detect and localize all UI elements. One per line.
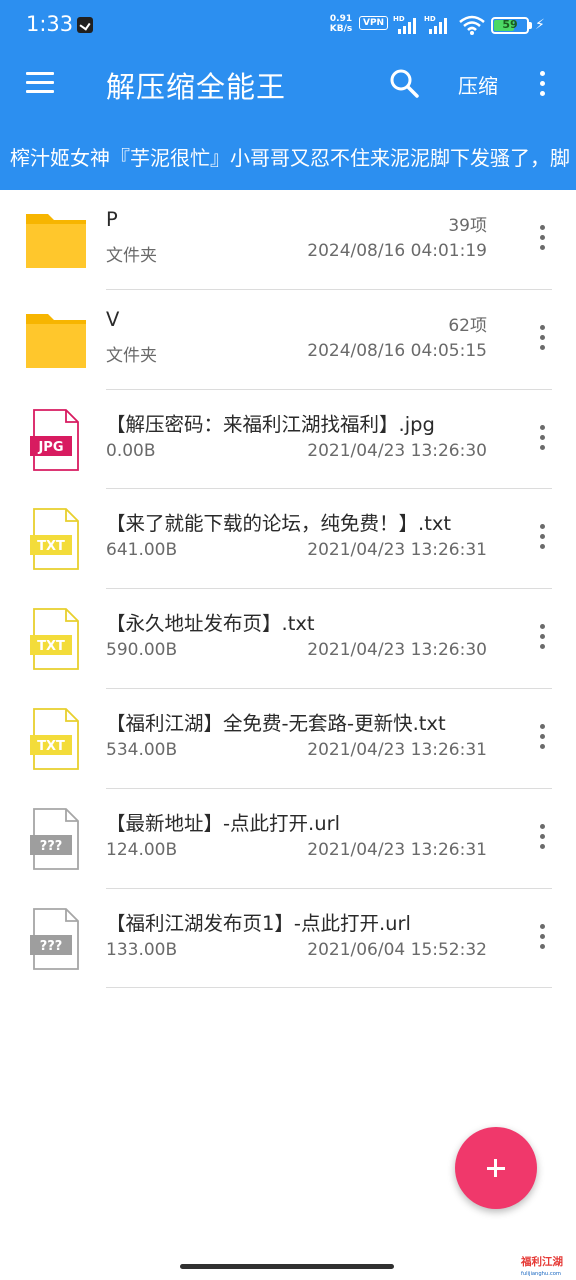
unknown-file-icon: ??? <box>24 907 88 971</box>
file-meta: 0.00B <box>106 440 156 461</box>
txt-file-icon: TXT <box>24 707 88 771</box>
status-time: 1:33 <box>26 12 74 36</box>
add-button[interactable] <box>455 1127 537 1209</box>
battery-percent: 59 <box>502 18 518 31</box>
network-speed-value: 0.91 <box>329 14 353 24</box>
file-meta: 124.00B <box>106 839 178 860</box>
battery-tip <box>529 22 532 29</box>
svg-text:HD: HD <box>393 15 405 23</box>
file-name: V <box>106 307 120 331</box>
file-row[interactable]: TXT 【来了就能下载的论坛，纯免费！】.txt 641.00B 2021/04/23… <box>0 489 576 590</box>
folder-icon <box>24 308 88 372</box>
svg-text:TXT: TXT <box>37 739 65 754</box>
file-name: P <box>106 208 118 231</box>
row-more-icon[interactable] <box>530 320 556 356</box>
top-bar: 1:33 0.91 KB/s VPN HD HD 59 ⚡ 解压缩全能王 压缩 … <box>0 0 576 190</box>
vpn-icon: VPN <box>359 16 389 30</box>
txt-file-icon: TXT <box>24 507 88 571</box>
home-indicator[interactable] <box>180 1264 394 1269</box>
app-title: 解压缩全能王 <box>106 70 287 104</box>
charging-icon: ⚡ <box>535 17 545 33</box>
file-date: 2021/04/23 13:26:31 <box>307 540 487 561</box>
file-row[interactable]: ??? 【最新地址】-点此打开.url 124.00B 2021/04/23 13:2… <box>0 789 576 889</box>
file-name: 【福利江湖】全免费-无套路-更新快.txt <box>106 711 446 735</box>
file-meta: 文件夹 <box>106 345 157 366</box>
unknown-file-icon: ??? <box>24 807 88 871</box>
row-divider <box>106 987 552 989</box>
network-speed: 0.91 KB/s <box>327 14 355 34</box>
svg-text:JPG: JPG <box>37 440 63 455</box>
overflow-menu-icon[interactable] <box>530 66 556 100</box>
file-row[interactable]: V 文件夹 62项 2024/08/16 04:05:15 <box>0 290 576 390</box>
svg-text:???: ??? <box>40 939 63 954</box>
menu-button[interactable] <box>22 68 60 98</box>
signal-icon-2: HD <box>424 15 447 34</box>
item-count: 39项 <box>448 216 487 236</box>
signal-icon: HD <box>393 15 416 34</box>
file-meta: 133.00B <box>106 939 178 960</box>
marquee-text: 榨汁姬女神『芋泥很忙』小哥哥又忍不住来泥泥脚下发骚了，脚 <box>10 146 570 170</box>
compress-button[interactable]: 压缩 <box>458 70 498 99</box>
file-list: P 文件夹 39项 2024/08/16 04:01:19 V 文件夹 62项 2024/08… <box>0 190 576 989</box>
svg-text:福利江湖: 福利江湖 <box>520 1255 563 1268</box>
file-meta: 641.00B <box>106 540 178 561</box>
file-name: 【福利江湖发布页1】-点此打开.url <box>106 911 411 935</box>
folder-icon <box>24 208 88 272</box>
svg-text:fulijianghu.com: fulijianghu.com <box>521 1271 561 1277</box>
file-name: 【解压密码：来福利江湖找福利】.jpg <box>106 412 435 436</box>
file-row[interactable]: ??? 【福利江湖发布页1】-点此打开.url 133.00B 2021/06/04 … <box>0 889 576 989</box>
app-bar: 解压缩全能王 压缩 <box>0 52 576 114</box>
plus-icon-v <box>494 1159 497 1177</box>
watermark-icon: 福利江湖 fulijianghu.com <box>520 1255 563 1277</box>
file-date: 2024/08/16 04:05:15 <box>307 340 487 361</box>
file-date: 2021/06/04 15:52:32 <box>307 939 487 960</box>
status-bar: 1:33 0.91 KB/s VPN HD HD 59 ⚡ <box>0 0 576 52</box>
row-more-icon[interactable] <box>530 719 556 755</box>
marquee-banner[interactable]: 榨汁姬女神『芋泥很忙』小哥哥又忍不住来泥泥脚下发骚了，脚 <box>0 136 576 176</box>
app-notification-icon <box>77 17 93 33</box>
txt-file-icon: TXT <box>24 607 88 671</box>
svg-text:TXT: TXT <box>37 539 65 554</box>
battery-icon: 59 <box>491 17 529 34</box>
file-row[interactable]: P 文件夹 39项 2024/08/16 04:01:19 <box>0 190 576 290</box>
item-count: 62项 <box>448 315 487 336</box>
file-meta: 文件夹 <box>106 246 157 266</box>
file-name: 【最新地址】-点此打开.url <box>106 811 341 835</box>
watermark-logo: 福利江湖 fulijianghu.com <box>520 1252 572 1278</box>
svg-text:HD: HD <box>424 15 436 23</box>
file-row[interactable]: JPG 【解压密码：来福利江湖找福利】.jpg 0.00B 2021/04/23 13… <box>0 390 576 490</box>
file-name: 【永久地址发布页】.txt <box>106 612 315 636</box>
search-icon[interactable] <box>386 65 422 101</box>
file-date: 2021/04/23 13:26:30 <box>307 440 487 461</box>
row-more-icon[interactable] <box>530 220 556 256</box>
row-more-icon[interactable] <box>530 519 556 555</box>
row-more-icon[interactable] <box>530 619 556 655</box>
row-more-icon[interactable] <box>530 919 556 955</box>
wifi-icon <box>459 15 485 35</box>
file-row[interactable]: TXT 【永久地址发布页】.txt 590.00B 2021/04/23 13:26:… <box>0 589 576 689</box>
file-date: 2021/04/23 13:26:31 <box>307 839 487 860</box>
file-meta: 534.00B <box>106 739 178 760</box>
svg-text:???: ??? <box>40 839 63 854</box>
file-date: 2021/04/23 13:26:30 <box>307 640 487 661</box>
file-meta: 590.00B <box>106 640 178 661</box>
jpg-file-icon: JPG <box>24 408 88 472</box>
svg-text:TXT: TXT <box>37 639 65 654</box>
file-row[interactable]: TXT 【福利江湖】全免费-无套路-更新快.txt 534.00B 2021/04/2… <box>0 689 576 789</box>
file-date: 2024/08/16 04:01:19 <box>307 241 487 261</box>
row-more-icon[interactable] <box>530 420 556 456</box>
file-date: 2021/04/23 13:26:31 <box>307 739 487 760</box>
network-speed-unit: KB/s <box>329 24 353 34</box>
file-name: 【来了就能下载的论坛，纯免费！】.txt <box>106 512 452 536</box>
row-more-icon[interactable] <box>530 819 556 855</box>
